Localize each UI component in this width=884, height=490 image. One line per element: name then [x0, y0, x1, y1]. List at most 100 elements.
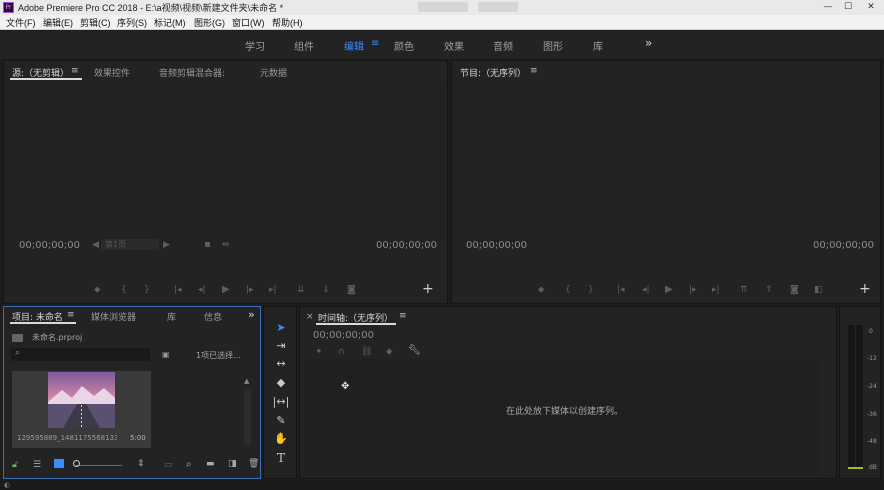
project-scrollbar[interactable]	[244, 389, 251, 445]
step-forward-icon[interactable]: |▸	[689, 285, 697, 295]
maximize-button[interactable]: ☐	[838, 0, 858, 15]
tab-media-browser[interactable]: 媒体浏览器	[91, 310, 136, 323]
new-bin-icon[interactable]: ▬	[206, 459, 215, 469]
razor-tool-icon[interactable]: ◆	[272, 375, 290, 391]
workspace-color[interactable]: 颜色	[394, 38, 414, 53]
minimize-button[interactable]: —	[818, 0, 838, 15]
menu-sequence[interactable]: 序列(S)	[117, 16, 147, 29]
workspace-audio[interactable]: 音频	[493, 38, 513, 53]
ripple-edit-tool-icon[interactable]: ↔	[272, 356, 290, 372]
program-monitor-view	[456, 83, 876, 243]
selection-tool-icon[interactable]: ➤	[272, 320, 290, 336]
menu-edit[interactable]: 编辑(E)	[43, 16, 73, 29]
lift-icon[interactable]: ⇈	[740, 285, 748, 295]
menu-clip[interactable]: 剪辑(C)	[80, 16, 111, 29]
menu-help[interactable]: 帮助(H)	[272, 16, 303, 29]
workspace-libraries[interactable]: 库	[593, 38, 603, 53]
workspace-menu-icon[interactable]: ≡	[371, 38, 379, 49]
meter-bar-left	[848, 325, 855, 469]
tab-metadata[interactable]: 元数据	[260, 66, 287, 79]
linked-selection-icon[interactable]: ⛓︎	[361, 347, 372, 357]
new-item-icon[interactable]: ◨	[228, 459, 237, 469]
timeline-menu-icon[interactable]: ≡	[399, 311, 407, 321]
workspace-graphics[interactable]: 图形	[543, 38, 563, 53]
list-view-icon[interactable]: ☰	[33, 460, 41, 470]
split-icon[interactable]: ⇹	[222, 240, 230, 250]
marker-icon[interactable]: ⬥	[538, 285, 544, 295]
menu-window[interactable]: 窗口(W)	[232, 16, 265, 29]
source-add-button[interactable]: +	[422, 281, 434, 297]
program-add-button[interactable]: +	[859, 281, 871, 297]
mark-out-icon[interactable]: }	[588, 285, 594, 295]
go-to-out-icon[interactable]: ▸|	[269, 285, 277, 295]
extract-icon[interactable]: ⇑	[765, 285, 773, 295]
automate-to-sequence-icon[interactable]: ▭	[164, 460, 173, 470]
play-icon[interactable]: ▶	[222, 284, 230, 295]
blurred-region	[478, 2, 518, 12]
track-select-tool-icon[interactable]: ⇥	[272, 338, 290, 354]
tab-audio-clip-mixer[interactable]: 音频剪辑混合器:	[159, 66, 225, 79]
comparison-view-icon[interactable]: ◧	[814, 285, 823, 295]
mark-in-icon[interactable]: {	[121, 285, 127, 295]
overwrite-icon[interactable]: ⇓	[322, 285, 330, 295]
source-timecode-current[interactable]: 00;00;00;00	[19, 240, 80, 251]
step-back-icon[interactable]: ◂|	[198, 285, 206, 295]
zoom-slider[interactable]	[76, 465, 122, 466]
go-to-in-icon[interactable]: |◂	[174, 285, 182, 295]
tab-libraries[interactable]: 库	[167, 310, 176, 323]
workspace-learn[interactable]: 学习	[245, 38, 265, 53]
project-search-input[interactable]: ⌕	[11, 348, 150, 361]
program-timecode-current[interactable]: 00;00;00;00	[466, 240, 527, 251]
close-tab-icon[interactable]: ×	[306, 312, 314, 322]
find-icon[interactable]: ⌕	[186, 459, 192, 470]
step-back-icon[interactable]: ◂|	[642, 285, 650, 295]
marker-icon[interactable]: ⬥	[94, 285, 100, 295]
sort-icon[interactable]: ⇕	[137, 459, 145, 469]
workspace-more-icon[interactable]: »	[645, 36, 652, 50]
workspace-editing[interactable]: 编辑	[344, 38, 364, 53]
new-bin-from-search-icon[interactable]: ▣	[162, 350, 170, 359]
add-marker-icon[interactable]: ⬥	[386, 347, 392, 357]
export-frame-icon[interactable]: ◙	[790, 285, 799, 295]
workspace-effects[interactable]: 效果	[444, 38, 464, 53]
tab-info[interactable]: 信息	[204, 310, 222, 323]
tools-panel: ➤ ⇥ ↔ ◆ |↔| ✎ ✋ T	[263, 306, 297, 479]
menu-file[interactable]: 文件(F)	[6, 16, 36, 29]
hand-tool-icon[interactable]: ✋	[272, 431, 290, 447]
nest-icon[interactable]: ✦	[315, 347, 323, 357]
timeline-timecode[interactable]: 00;00;00;00	[313, 330, 374, 341]
tab-effect-controls[interactable]: 效果控件	[94, 66, 130, 79]
pen-tool-icon[interactable]: ✎	[272, 413, 290, 429]
program-panel-menu-icon[interactable]: ≡	[530, 66, 538, 76]
mark-out-icon[interactable]: }	[144, 285, 150, 295]
slip-tool-icon[interactable]: |↔|	[272, 394, 290, 410]
insert-icon[interactable]: ⇊	[297, 285, 305, 295]
export-frame-icon[interactable]: ◙	[347, 285, 356, 295]
fit-dropdown[interactable]: 第1页	[101, 239, 159, 250]
workspace-assembly[interactable]: 组件	[294, 38, 314, 53]
mark-in-icon[interactable]: {	[565, 285, 571, 295]
clip-thumbnail-card[interactable]: 129595889_1481175568133 1nJ... 5:00	[12, 371, 151, 448]
wrench-icon[interactable]: 🔧︎	[408, 345, 421, 356]
panel-more-icon[interactable]: »	[248, 308, 255, 321]
status-icon: ◐	[4, 481, 11, 489]
trash-icon[interactable]: 🗑︎	[248, 459, 259, 469]
tab-program[interactable]: 节目:（无序列）	[460, 66, 526, 79]
go-to-in-icon[interactable]: |◂	[617, 285, 625, 295]
snap-icon[interactable]: ∩	[338, 347, 345, 357]
menu-marker[interactable]: 标记(M)	[154, 16, 186, 29]
scroll-up-icon[interactable]: ▲	[244, 377, 249, 385]
icon-view-icon[interactable]	[54, 459, 64, 468]
go-to-out-icon[interactable]: ▸|	[712, 285, 720, 295]
source-panel-menu-icon[interactable]: ≡	[71, 66, 79, 76]
settings-wrench-icon[interactable]: ▪	[204, 239, 211, 250]
project-panel-menu-icon[interactable]: ≡	[67, 310, 75, 320]
type-tool-icon[interactable]: T	[272, 450, 290, 466]
timeline-drop-area[interactable]: 在此处放下媒体以创建序列。	[304, 359, 820, 475]
step-forward-icon[interactable]: |▸	[246, 285, 254, 295]
zoom-slider-handle[interactable]	[73, 460, 80, 467]
lock-icon[interactable]: 🔓︎	[12, 460, 18, 470]
play-icon[interactable]: ▶	[665, 284, 673, 295]
close-window-button[interactable]: ✕	[858, 0, 884, 15]
menu-graphics[interactable]: 图形(G)	[194, 16, 225, 29]
